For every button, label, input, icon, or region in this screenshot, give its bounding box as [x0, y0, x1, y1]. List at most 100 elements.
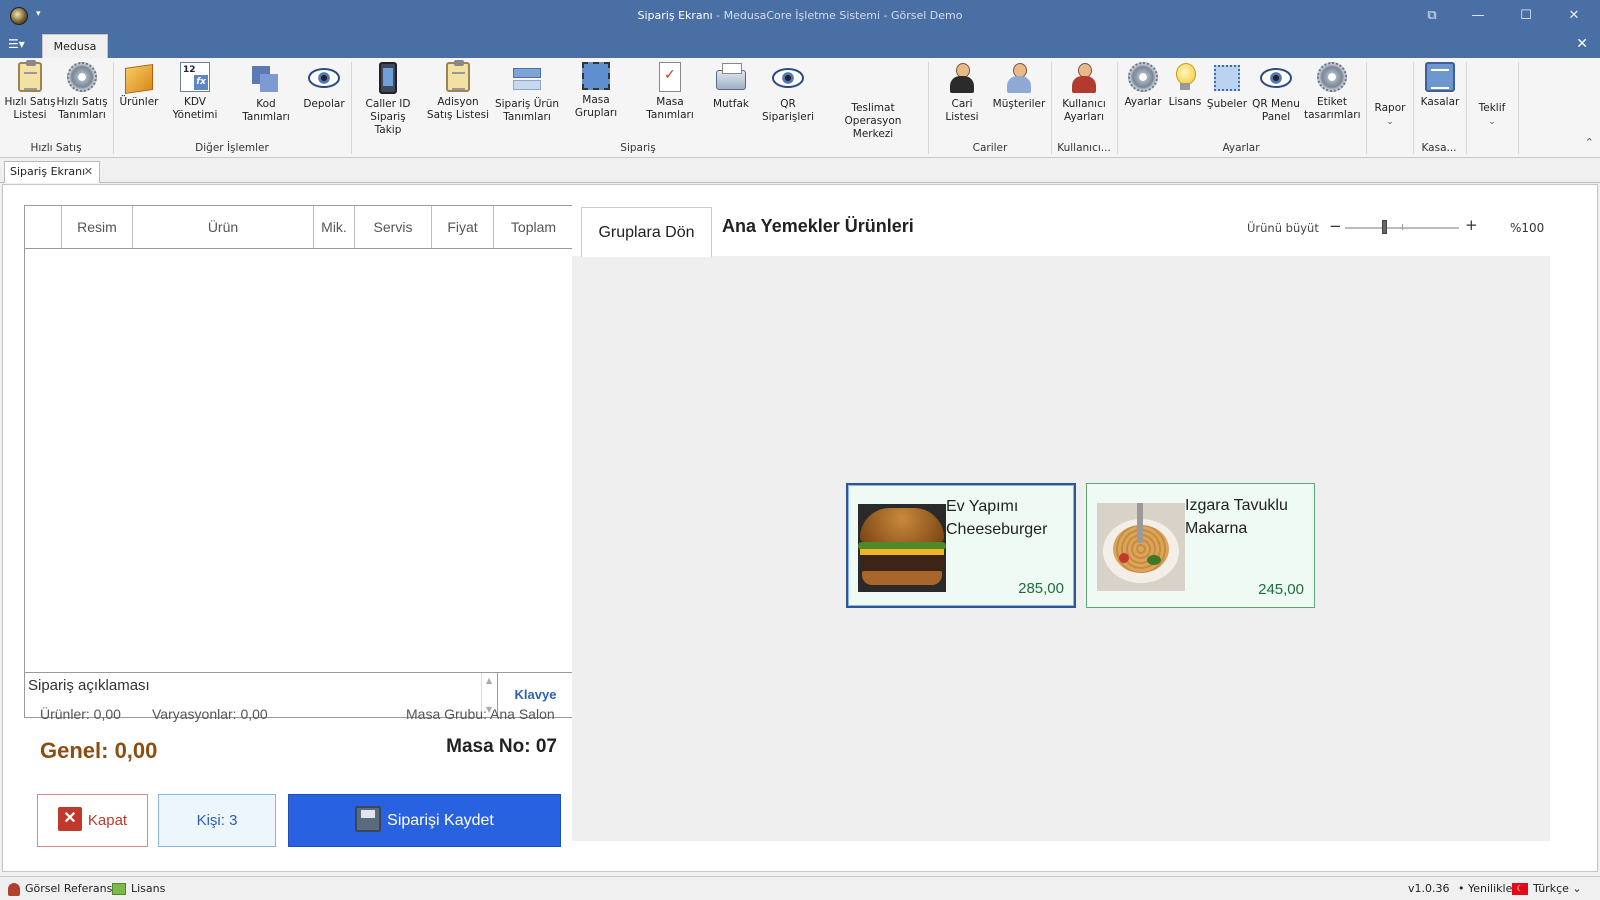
zoom-out-icon[interactable]: −: [1329, 217, 1342, 235]
chevron-down-icon: ⌄: [1488, 117, 1496, 127]
group-diger-islemler: Diğer İşlemler: [195, 142, 269, 154]
eye-icon: [772, 68, 804, 88]
language-selector[interactable]: ☾ Türkçe ⌄: [1512, 882, 1582, 895]
order-grid[interactable]: Resim Ürün Mik. Servis Fiyat Toplam: [24, 205, 574, 675]
order-note-input[interactable]: Sipariş açıklaması: [28, 677, 150, 694]
minimize-button[interactable]: —: [1458, 4, 1498, 28]
code-blocks-icon: [250, 62, 282, 94]
ribbon-kdv-yonetimi[interactable]: 12 fx KDV Yönetimi: [162, 62, 228, 122]
ribbon-separator: [1466, 62, 1467, 154]
ribbon-cari-listesi[interactable]: Cari Listesi: [934, 62, 990, 124]
ribbon-qr-menu-panel[interactable]: QR Menu Panel: [1250, 62, 1302, 124]
products-panel: Gruplara Dön Ana Yemekler Ürünleri Ürünü…: [572, 201, 1550, 841]
ribbon-mutfak[interactable]: Mutfak: [708, 62, 754, 111]
tab-siparis-ekrani[interactable]: Sipariş Ekranı ✕: [4, 161, 100, 183]
ribbon-hizli-satis-listesi[interactable]: Hızlı Satış Listesi: [4, 60, 56, 122]
product-card[interactable]: Ev Yapımı Cheeseburger 285,00: [846, 483, 1076, 608]
back-to-groups-button[interactable]: Gruplara Dön: [581, 207, 712, 257]
person-icon: [947, 62, 977, 94]
group-cariler: Cariler: [972, 142, 1008, 154]
ribbon-separator: [1366, 62, 1367, 154]
gear-icon: [67, 62, 97, 92]
ribbon-separator: [113, 62, 114, 154]
ribbon-separator: [351, 62, 352, 154]
column-header[interactable]: Mik.: [314, 206, 355, 248]
status-bar: Görsel Referans Lisans v1.0.36 • Yenilik…: [0, 876, 1600, 900]
title-bar: ▾ Sipariş Ekranı - MedusaCore İşletme Si…: [0, 0, 1600, 32]
save-order-button[interactable]: Siparişi Kaydet: [288, 794, 561, 847]
phone-icon: [379, 62, 397, 94]
document-tab-strip: Sipariş Ekranı ✕: [0, 159, 1600, 183]
column-header[interactable]: Ürün: [133, 206, 314, 248]
column-header[interactable]: Toplam: [494, 206, 573, 248]
product-image-pasta: [1097, 503, 1185, 591]
ribbon-etiket-tasarimlari[interactable]: Etiket tasarımları: [1304, 62, 1361, 122]
grid-header: Resim Ürün Mik. Servis Fiyat Toplam: [25, 206, 573, 249]
restore-layout-icon[interactable]: ⧉: [1412, 4, 1452, 28]
ribbon-musteriler[interactable]: Müşteriler: [992, 62, 1046, 111]
ribbon-teklif[interactable]: Teklif ⌄: [1472, 62, 1512, 129]
save-disk-icon: [355, 805, 382, 832]
status-referans[interactable]: Görsel Referans: [8, 882, 112, 896]
ribbon-lisans[interactable]: Lisans: [1166, 62, 1204, 109]
column-header[interactable]: Servis: [355, 206, 432, 248]
list-bars-icon: [511, 62, 543, 94]
gear-icon: [1317, 62, 1347, 92]
eye-icon: [1260, 68, 1292, 88]
ribbon-separator: [1518, 62, 1519, 154]
ribbon-hizli-satis-tanimlari[interactable]: Hızlı Satış Tanımları: [56, 62, 108, 122]
user-icon: [8, 882, 20, 896]
zoom-in-icon[interactable]: +: [1465, 216, 1478, 234]
close-order-button[interactable]: ✕ Kapat: [37, 794, 148, 847]
zoom-value: %100: [1510, 221, 1545, 235]
ribbon: Hızlı Satış Listesi Hızlı Satış Tanımlar…: [0, 58, 1600, 158]
guest-count-button[interactable]: Kişi: 3: [158, 794, 276, 847]
turkish-flag-icon: ☾: [1512, 883, 1528, 895]
close-tab-icon[interactable]: ✕: [84, 162, 93, 182]
maximize-button[interactable]: ☐: [1506, 4, 1546, 28]
products-count: Ürünler: 0,00: [40, 706, 121, 722]
ribbon-adisyon-satis[interactable]: Adisyon Satış Listesi: [424, 60, 492, 122]
collapse-ribbon-icon[interactable]: ⌃: [1585, 136, 1594, 149]
table-group: Masa Grubu: Ana Salon: [406, 706, 555, 722]
ribbon-rapor[interactable]: Rapor ⌄: [1370, 62, 1410, 129]
ribbon-siparis-urun-tanimlari[interactable]: Sipariş Ürün Tanımları: [494, 62, 560, 124]
ribbon-subeler[interactable]: Şubeler: [1206, 62, 1248, 111]
products-toolbar: Gruplara Dön Ana Yemekler Ürünleri Ürünü…: [572, 201, 1550, 257]
chevron-down-icon: ⌄: [1572, 882, 1582, 895]
ribbon-tab-row: ☰▾ Medusa ✕: [0, 32, 1600, 58]
ribbon-separator: [928, 62, 929, 154]
branch-icon: [1214, 65, 1240, 91]
app-version: v1.0.36: [1408, 882, 1450, 895]
zoom-slider-thumb[interactable]: [1382, 220, 1387, 234]
ribbon-masa-tanimlari[interactable]: Masa Tanımları: [634, 62, 706, 122]
ribbon-masa-gruplari[interactable]: Masa Grupları: [562, 62, 630, 120]
scroll-up-icon[interactable]: ▲: [486, 676, 492, 685]
close-document-icon[interactable]: ✕: [1576, 36, 1588, 52]
ribbon-kasalar[interactable]: Kasalar: [1418, 62, 1462, 109]
whats-new-link[interactable]: • Yenilikler: [1458, 882, 1517, 895]
ribbon-kullanici-ayarlari[interactable]: Kullanıcı Ayarları: [1056, 62, 1112, 124]
product-price: 245,00: [1258, 581, 1304, 598]
product-card[interactable]: Izgara Tavuklu Makarna 245,00: [1086, 483, 1315, 608]
clipboard-icon: [446, 60, 470, 92]
table-number: Masa No: 07: [446, 736, 557, 757]
ribbon-caller-id[interactable]: Caller ID Sipariş Takip: [356, 62, 420, 137]
ribbon-depolar[interactable]: Depolar: [302, 62, 346, 111]
close-window-button[interactable]: ✕: [1554, 4, 1594, 28]
status-lisans[interactable]: Lisans: [112, 882, 165, 895]
tab-medusa[interactable]: Medusa: [42, 34, 108, 58]
license-icon: [112, 883, 126, 895]
printer-icon: [716, 63, 746, 90]
app-menu-icon[interactable]: ☰▾: [8, 37, 34, 53]
grand-total: Genel: 0,00: [40, 738, 158, 763]
group-siparis: Sipariş: [620, 142, 656, 154]
ribbon-ayarlar[interactable]: Ayarlar: [1122, 62, 1164, 109]
ribbon-urunler[interactable]: Ürünler: [118, 62, 160, 109]
ribbon-qr-siparisleri[interactable]: QR Siparişleri: [754, 62, 822, 124]
ribbon-kod-tanimlari[interactable]: Kod Tanımları: [232, 62, 300, 124]
ribbon-teslimat[interactable]: Teslimat Operasyon Merkezi: [824, 62, 922, 141]
window-title: Sipariş Ekranı - MedusaCore İşletme Sist…: [637, 9, 963, 22]
column-header[interactable]: Fiyat: [432, 206, 494, 248]
column-header[interactable]: Resim: [62, 206, 133, 248]
